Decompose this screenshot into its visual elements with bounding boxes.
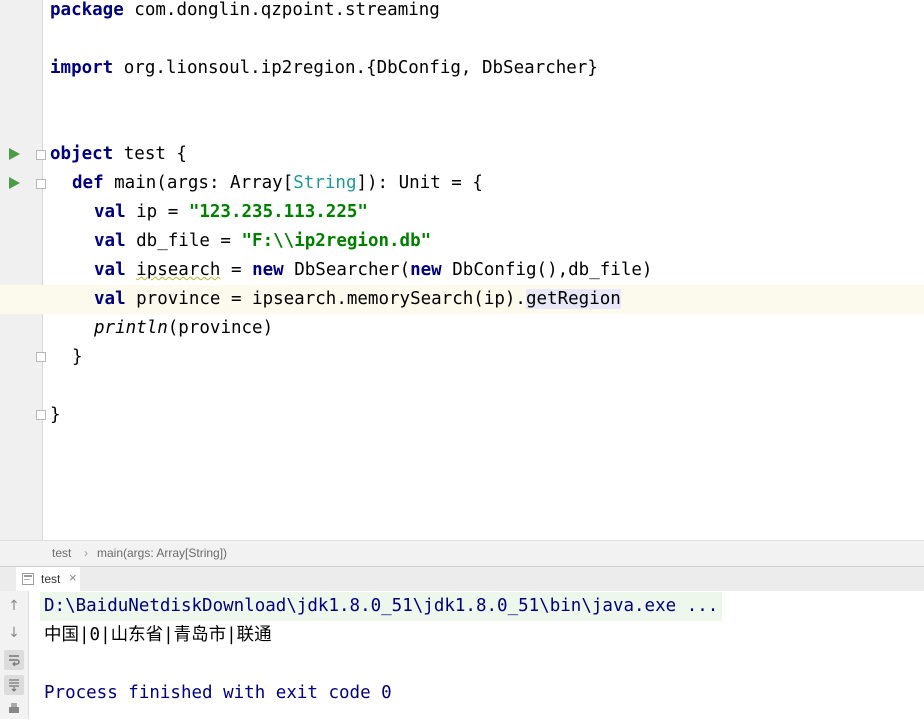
code-line-val-ip[interactable]: val ip = "123.235.113.225" bbox=[94, 198, 368, 227]
type-name: String bbox=[293, 173, 357, 193]
var-name-warning: ipsearch bbox=[136, 260, 221, 280]
run-main-icon[interactable] bbox=[9, 177, 20, 189]
code-line-val-province[interactable]: val province = ipsearch.memorySearch(ip)… bbox=[94, 285, 621, 314]
var-decl: db_file = bbox=[125, 231, 242, 251]
code-line-import[interactable]: import org.lionsoul.ip2region.{DbConfig,… bbox=[50, 54, 598, 83]
var-decl: ip = bbox=[125, 202, 189, 222]
highlighted-method: getRegion bbox=[525, 289, 621, 309]
method-signature-rest: ]): Unit = { bbox=[356, 173, 483, 193]
close-tab-icon[interactable]: × bbox=[69, 570, 77, 585]
run-toolbar: ↑ ↓ bbox=[0, 591, 29, 719]
scroll-to-end-icon[interactable] bbox=[4, 675, 24, 695]
import-path: org.lionsoul.ip2region.{DbConfig, DbSear… bbox=[113, 58, 598, 78]
string-literal: "F:\\ip2region.db" bbox=[241, 231, 432, 251]
soft-wrap-icon[interactable] bbox=[4, 650, 24, 670]
fold-object-end-icon[interactable] bbox=[36, 410, 46, 420]
keyword: val bbox=[94, 289, 126, 309]
run-tab-test[interactable]: test × bbox=[16, 567, 80, 591]
call-args: (province) bbox=[167, 318, 274, 338]
console-finish-line: Process finished with exit code 0 bbox=[44, 683, 392, 703]
keyword: new bbox=[252, 260, 284, 280]
keyword: new bbox=[410, 260, 442, 280]
down-arrow-icon[interactable]: ↓ bbox=[4, 623, 24, 643]
code-line-close-main[interactable]: } bbox=[72, 343, 83, 372]
keyword: val bbox=[94, 231, 126, 251]
code-line-println[interactable]: println(province) bbox=[94, 314, 273, 343]
constructor-call-args: DbConfig(),db_file) bbox=[441, 260, 653, 280]
code-line-val-ipsearch[interactable]: val ipsearch = new DbSearcher(new DbConf… bbox=[94, 256, 652, 285]
run-object-icon[interactable] bbox=[9, 148, 20, 160]
package-name: com.donglin.qzpoint.streaming bbox=[123, 0, 440, 20]
run-tab-label: test bbox=[41, 572, 61, 586]
breadcrumb: test › main(args: Array[String]) bbox=[0, 540, 924, 566]
fold-object-icon[interactable] bbox=[36, 150, 46, 160]
assign: = bbox=[220, 260, 253, 280]
up-arrow-icon[interactable]: ↑ bbox=[4, 596, 24, 616]
print-icon[interactable] bbox=[4, 699, 24, 719]
code-line-val-db-file[interactable]: val db_file = "F:\\ip2region.db" bbox=[94, 227, 431, 256]
code-line-close-object[interactable]: } bbox=[50, 401, 61, 430]
code-editor[interactable]: package com.donglin.qzpoint.streaming im… bbox=[0, 0, 924, 540]
code-line-object[interactable]: object test { bbox=[50, 140, 187, 169]
brace: } bbox=[72, 347, 83, 367]
run-config-icon bbox=[22, 573, 34, 585]
method-chain: province = ipsearch.memorySearch(ip). bbox=[125, 289, 526, 309]
keyword: def bbox=[72, 173, 104, 193]
constructor-call: DbSearcher( bbox=[283, 260, 411, 280]
keyword: val bbox=[94, 202, 126, 222]
code-line-def-main[interactable]: def main(args: Array[String]): Unit = { bbox=[72, 169, 483, 198]
console-output[interactable]: D:\BaiduNetdiskDownload\jdk1.8.0_51\jdk1… bbox=[29, 591, 924, 719]
breadcrumb-item-test[interactable]: test bbox=[52, 546, 71, 560]
console-command-line[interactable]: D:\BaiduNetdiskDownload\jdk1.8.0_51\jdk1… bbox=[40, 592, 723, 621]
keyword: package bbox=[50, 0, 124, 20]
fold-main-end-icon[interactable] bbox=[36, 352, 46, 362]
breadcrumb-item-main[interactable]: main(args: Array[String]) bbox=[97, 546, 227, 560]
code-line-package[interactable]: package com.donglin.qzpoint.streaming bbox=[50, 0, 440, 25]
keyword: object bbox=[50, 144, 114, 164]
object-name: test { bbox=[113, 144, 187, 164]
keyword: val bbox=[94, 260, 126, 280]
string-literal: "123.235.113.225" bbox=[188, 202, 368, 222]
editor-gutter bbox=[0, 0, 43, 540]
brace: } bbox=[50, 405, 61, 425]
run-tool-window-header: test × bbox=[0, 566, 924, 592]
keyword: import bbox=[50, 58, 114, 78]
console-output-line: 中国|0|山东省|青岛市|联通 bbox=[44, 625, 272, 645]
breadcrumb-separator: › bbox=[84, 546, 88, 560]
method-signature: main(args: Array[ bbox=[103, 173, 294, 193]
function-call: println bbox=[94, 318, 168, 338]
fold-main-icon[interactable] bbox=[36, 179, 46, 189]
